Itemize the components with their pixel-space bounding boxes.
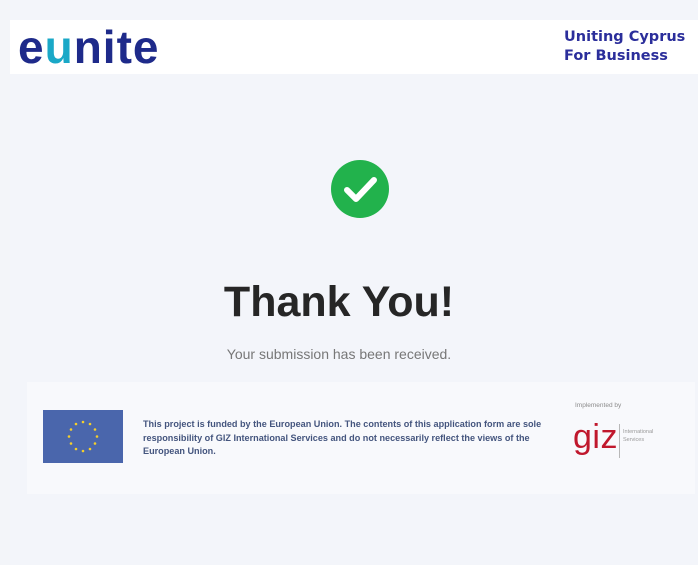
giz-logo-subtitle: International Services <box>623 429 654 443</box>
eunite-logo: eunite <box>18 21 160 73</box>
submission-message: Your submission has been received. <box>226 346 452 362</box>
header-bar: eunite Uniting Cyprus For Business <box>10 20 698 74</box>
check-circle-icon <box>331 160 389 218</box>
tagline: Uniting Cyprus For Business <box>564 28 696 66</box>
giz-logo-divider <box>619 424 620 458</box>
footer-funding-banner: This project is funded by the European U… <box>27 382 695 494</box>
thank-you-heading: Thank You! <box>223 278 455 326</box>
funding-notice: This project is funded by the European U… <box>143 419 542 457</box>
tagline-line-1: Uniting Cyprus <box>564 29 686 45</box>
tagline-line-2: For Business <box>564 48 668 64</box>
implemented-by-label: Implemented by <box>575 402 622 409</box>
giz-logo: giz <box>573 418 618 456</box>
eu-flag-logo <box>43 410 123 463</box>
